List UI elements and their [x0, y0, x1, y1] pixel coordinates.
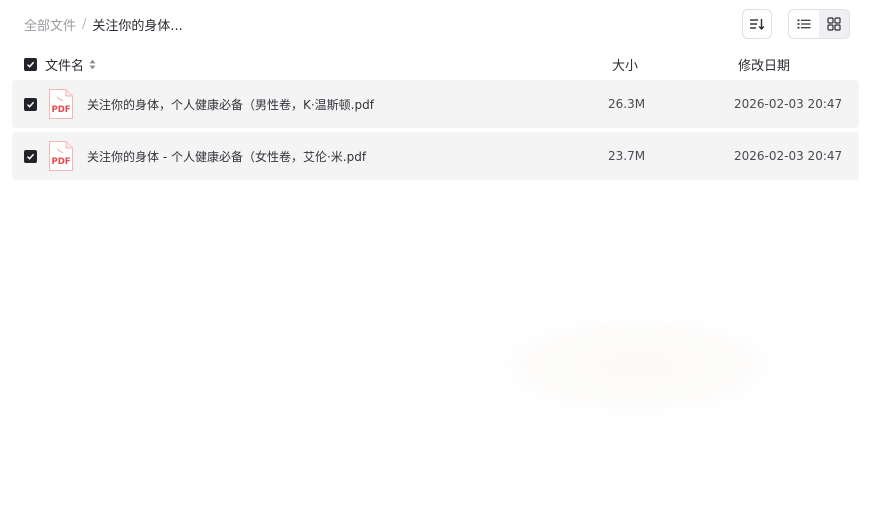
- pdf-icon-label: PDF: [52, 157, 71, 167]
- file-row[interactable]: PDF 关注你的身体 - 个人健康必备（女性卷，艾伦·米.pdf 23.7M 2…: [12, 132, 859, 180]
- checkmark-icon: [26, 153, 35, 160]
- pdf-file-icon: PDF: [49, 141, 73, 171]
- column-header-name-label: 文件名: [45, 58, 85, 74]
- checkmark-icon: [26, 61, 35, 68]
- grid-view-icon: [827, 17, 841, 31]
- breadcrumb-root-link[interactable]: 全部文件: [24, 15, 76, 34]
- breadcrumb-separator: /: [82, 16, 87, 32]
- grid-view-button[interactable]: [819, 10, 849, 38]
- file-modified-date: 2026-02-03 20:47: [734, 97, 843, 111]
- file-name[interactable]: 关注你的身体，个人健康必备（男性卷，K·温斯顿.pdf: [87, 96, 374, 113]
- file-checkbox[interactable]: [24, 149, 37, 163]
- file-modified-date: 2026-02-03 20:47: [734, 149, 843, 163]
- file-list: PDF 关注你的身体，个人健康必备（男性卷，K·温斯顿.pdf 26.3M 20…: [12, 80, 859, 184]
- toolbar: [742, 9, 850, 39]
- sort-toggle-icon: [89, 59, 96, 69]
- file-row[interactable]: PDF 关注你的身体，个人健康必备（男性卷，K·温斯顿.pdf 26.3M 20…: [12, 80, 859, 128]
- file-table-header: 文件名 大小 修改日期: [12, 50, 859, 78]
- breadcrumb-current: 关注你的身体...: [92, 18, 183, 34]
- column-header-size[interactable]: 大小: [612, 55, 638, 74]
- sort-icon: [750, 19, 765, 31]
- top-bar: 全部文件 / 关注你的身体...: [24, 8, 850, 40]
- list-view-button[interactable]: [789, 10, 819, 38]
- sort-button[interactable]: [742, 9, 772, 39]
- file-name[interactable]: 关注你的身体 - 个人健康必备（女性卷，艾伦·米.pdf: [87, 148, 366, 165]
- background-watermark: [498, 316, 778, 416]
- list-view-icon: [797, 19, 811, 29]
- view-toggle: [788, 9, 850, 39]
- select-all-checkbox[interactable]: [24, 57, 37, 71]
- file-size: 26.3M: [608, 97, 646, 111]
- file-size: 23.7M: [608, 149, 646, 163]
- pdf-file-icon: PDF: [49, 89, 73, 119]
- breadcrumb: 全部文件 / 关注你的身体...: [24, 15, 183, 34]
- column-header-name[interactable]: 文件名: [45, 55, 96, 74]
- column-header-date[interactable]: 修改日期: [738, 55, 790, 74]
- file-checkbox[interactable]: [24, 97, 37, 111]
- pdf-icon-label: PDF: [52, 105, 71, 115]
- checkmark-icon: [26, 101, 35, 108]
